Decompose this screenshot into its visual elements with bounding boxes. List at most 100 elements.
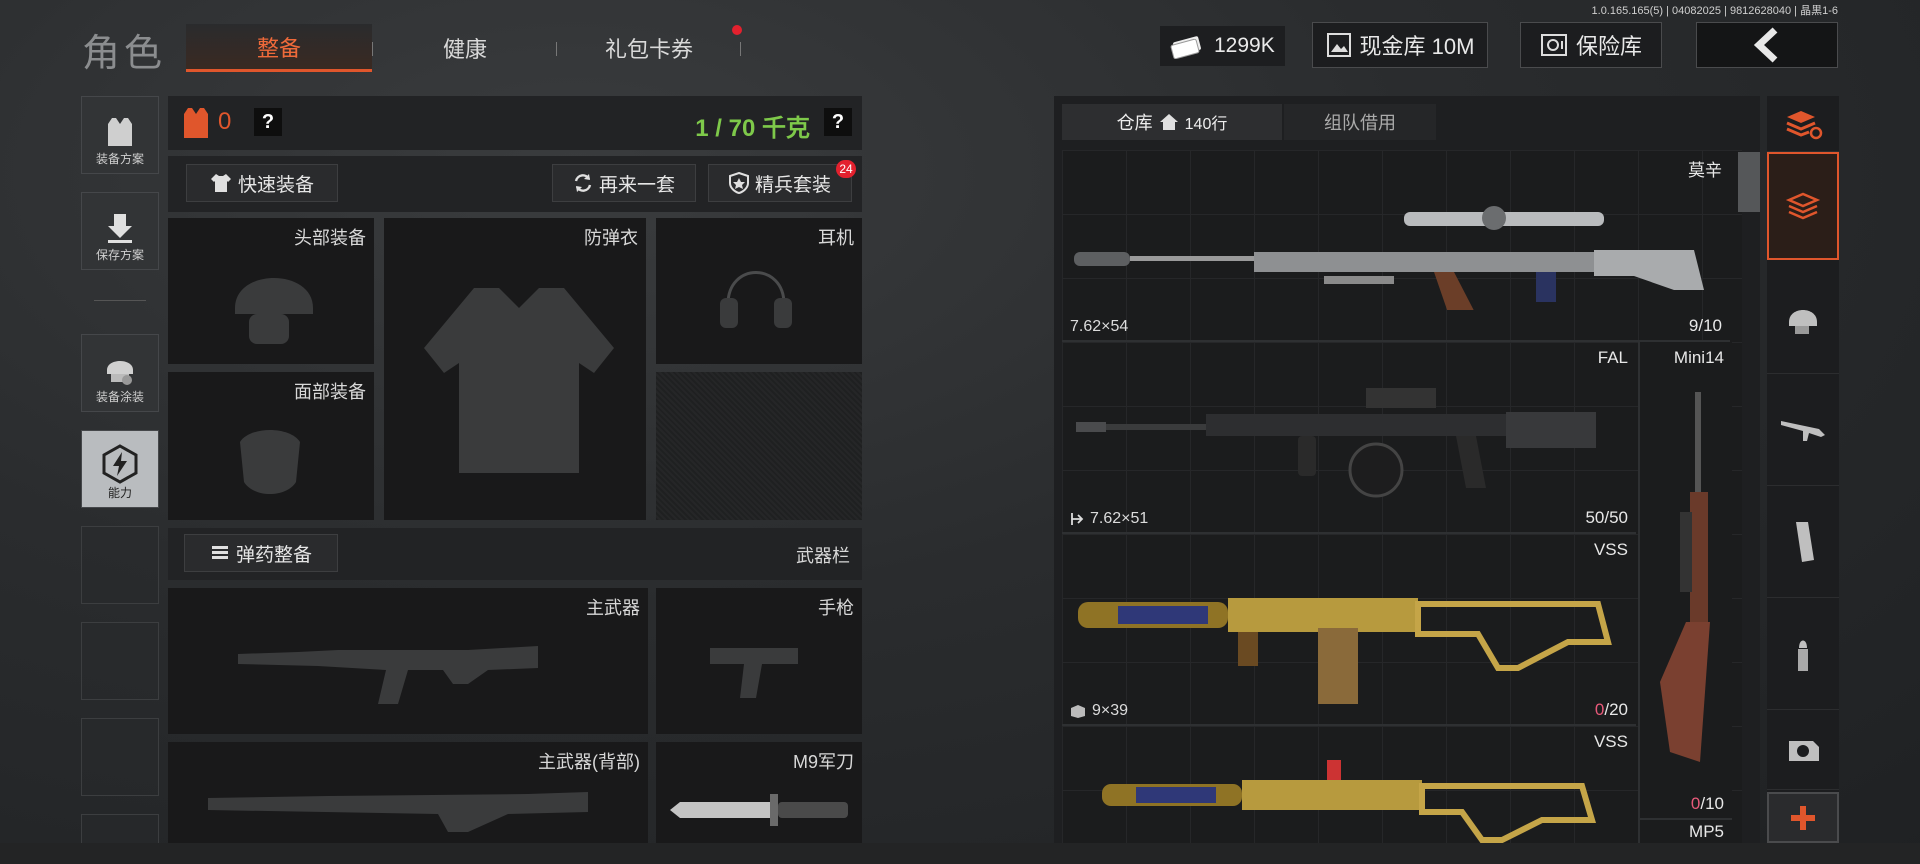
sidebar-label: 装备涂装 xyxy=(95,390,144,404)
slot-head[interactable]: 头部装备 xyxy=(168,218,374,364)
slot-armor[interactable]: 防弹衣 xyxy=(384,218,646,520)
weight-display: 1 / 70 千克 xyxy=(695,115,810,142)
elite-kit-button[interactable]: 精兵套装 xyxy=(708,164,852,202)
sidebar-label: 装备方案 xyxy=(95,152,144,166)
tab-gift-cards[interactable]: 礼包卡券 xyxy=(564,24,734,72)
safe-label: 保险库 xyxy=(1575,34,1642,59)
weapon-bar-label: 武器栏 xyxy=(796,546,850,566)
quick-equip-button[interactable]: 快速装备 xyxy=(186,164,338,202)
slot-label: 防弹衣 xyxy=(584,228,638,248)
rifle-icon xyxy=(208,792,588,832)
tab-storage-label: 仓库 xyxy=(1116,113,1153,133)
rail-gear[interactable] xyxy=(1767,262,1839,374)
weight-help-button[interactable]: ? xyxy=(824,108,852,136)
helmet-icon xyxy=(1789,309,1817,334)
headset-icon xyxy=(720,271,792,328)
item-count: 9/10 xyxy=(1688,316,1722,335)
vest-icon xyxy=(424,288,614,473)
home-icon xyxy=(1159,114,1178,130)
slot-label: M9军刀 xyxy=(792,752,854,772)
slot-label: 耳机 xyxy=(818,228,854,248)
add-button[interactable] xyxy=(1767,792,1839,843)
rifle-icon xyxy=(1781,420,1825,441)
warehouse-item[interactable]: 莫辛 7.62×54 9/10 xyxy=(1062,150,1730,342)
sidebar-divider xyxy=(94,300,146,301)
elite-badge: 24 xyxy=(836,160,856,178)
item-name: 莫辛 xyxy=(1688,161,1722,180)
version-text: 1.0.165.165(5) | 04082025 | 9812628040 |… xyxy=(1591,5,1838,17)
knife-icon xyxy=(670,794,848,826)
slot-locked xyxy=(656,372,862,520)
rail-magazines[interactable] xyxy=(1767,486,1839,598)
slot-earphone[interactable]: 耳机 xyxy=(656,218,862,364)
tab-health[interactable]: 健康 xyxy=(380,24,550,72)
mask-icon xyxy=(240,430,300,494)
slot-pistol[interactable]: 手枪 xyxy=(656,588,862,734)
item-name: FAL xyxy=(1597,348,1628,367)
elite-kit-label: 精兵套装 xyxy=(754,174,831,196)
warehouse-item[interactable]: VSS 9×39 0/20 xyxy=(1062,534,1636,726)
notification-dot xyxy=(732,25,742,35)
slot-face[interactable]: 面部装备 xyxy=(168,372,374,520)
sidebar-equipment-skin[interactable]: 装备涂装 xyxy=(81,334,159,412)
back-button[interactable] xyxy=(1696,22,1838,68)
warehouse-item[interactable]: MP5 xyxy=(1638,820,1732,843)
item-name: VSS xyxy=(1593,540,1628,559)
warehouse-scrollbar[interactable] xyxy=(1738,152,1760,212)
again-button[interactable]: 再来一套 xyxy=(552,164,696,202)
tab-equip[interactable]: 整备 xyxy=(186,24,372,72)
vest-icon xyxy=(108,118,132,146)
bottom-bar xyxy=(0,843,1920,864)
sidebar-label: 能力 xyxy=(107,486,132,500)
slot-label: 面部装备 xyxy=(294,382,366,402)
sidebar-empty-slot xyxy=(81,622,159,700)
warehouse-item[interactable]: VSS xyxy=(1062,726,1636,843)
item-count-rest: /10 xyxy=(1700,794,1724,813)
scope-icon xyxy=(1789,740,1819,761)
tab-storage[interactable]: 仓库 140行 xyxy=(1062,104,1282,140)
rifle-icon xyxy=(238,646,538,704)
shirt-icon xyxy=(210,174,231,192)
currency-amount: 1299K xyxy=(1214,34,1275,57)
stack-icon xyxy=(1786,110,1823,139)
gold-rifle-icon xyxy=(1078,598,1612,704)
slot-label: 手枪 xyxy=(818,598,854,618)
slot-label: 主武器(背部) xyxy=(538,752,640,772)
safe-button[interactable]: 保险库 xyxy=(1520,22,1662,68)
download-icon xyxy=(108,214,132,243)
loadout-header: 0 ? 1 / 70 千克 ? xyxy=(168,96,862,150)
cash-vault-button[interactable]: 现金库 10M xyxy=(1312,22,1488,68)
ammo-prep-button[interactable]: 弹药整备 xyxy=(184,534,338,572)
refresh-icon xyxy=(574,174,592,192)
item-name: MP5 xyxy=(1689,822,1724,841)
warehouse-item[interactable]: FAL 7.62×51 50/50 xyxy=(1062,342,1636,534)
shield-icon xyxy=(728,172,749,194)
tab-team-borrow[interactable]: 组队借用 xyxy=(1284,104,1436,140)
slot-primary-back[interactable]: 主武器(背部) xyxy=(168,742,648,843)
again-label: 再来一套 xyxy=(598,174,675,196)
slot-knife[interactable]: M9军刀 xyxy=(656,742,862,843)
tab-divider xyxy=(740,42,741,56)
rail-all-items[interactable] xyxy=(1767,152,1839,260)
rail-stack[interactable] xyxy=(1767,96,1839,152)
back-arrow-icon xyxy=(1753,27,1778,63)
sidebar-ability[interactable]: 能力 xyxy=(81,430,159,508)
warehouse-item[interactable]: Mini14 0/10 xyxy=(1638,342,1732,820)
ammo-prep-label: 弹药整备 xyxy=(235,544,312,566)
help-button[interactable]: ? xyxy=(254,108,282,136)
sidebar-save-plan[interactable]: 保存方案 xyxy=(81,192,159,270)
ability-icon xyxy=(102,444,138,484)
item-caliber: 7.62×54 xyxy=(1070,318,1129,335)
safe-icon xyxy=(1540,34,1567,56)
vertical-rifle-icon xyxy=(1660,392,1710,762)
armor-count: 0 xyxy=(218,108,232,135)
rail-ammo[interactable] xyxy=(1767,598,1839,710)
rail-weapons[interactable] xyxy=(1767,374,1839,486)
rail-attachments[interactable] xyxy=(1767,710,1839,790)
sidebar-loadout-plan[interactable]: 装备方案 xyxy=(81,96,159,174)
cash-icon xyxy=(1170,36,1201,59)
sidebar-empty-slot xyxy=(81,526,159,604)
slot-primary[interactable]: 主武器 xyxy=(168,588,648,734)
layers-icon xyxy=(1785,192,1821,220)
armor-icon xyxy=(184,108,208,138)
